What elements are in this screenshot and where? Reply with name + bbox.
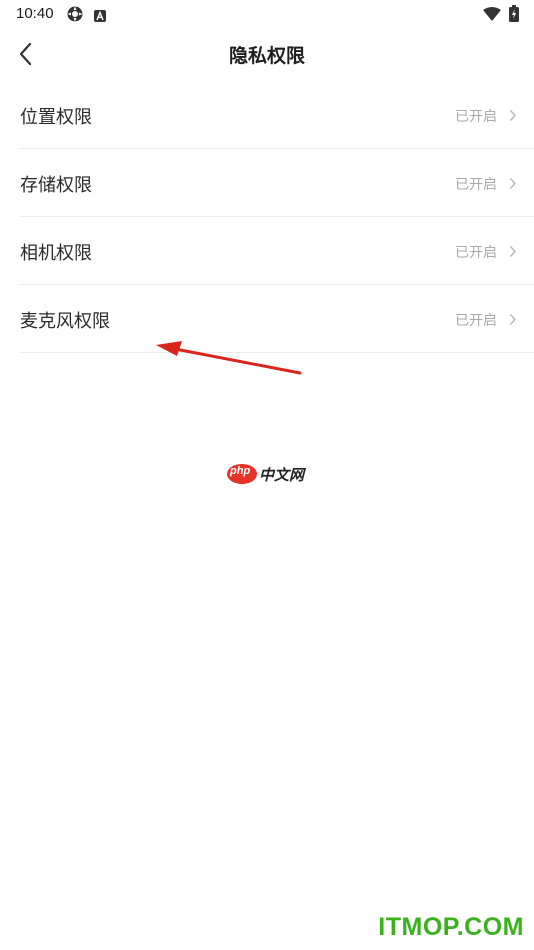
chevron-right-icon bbox=[509, 243, 517, 262]
page-title: 隐私权限 bbox=[228, 45, 305, 67]
status-bar: 10:40 bbox=[0, 0, 534, 28]
battery-icon bbox=[509, 5, 519, 26]
php-logo-text: 中文网 bbox=[259, 466, 305, 484]
permission-row-location[interactable]: 位置权限 已开启 bbox=[20, 81, 534, 149]
permission-label: 麦克风权限 bbox=[20, 311, 110, 332]
screen: 10:40 隐私权限 位置权限 已开启 存储权限 已开启 相机权限 已开启 麦克… bbox=[0, 0, 534, 950]
chevron-right-icon bbox=[509, 175, 517, 194]
php-badge-text: php bbox=[230, 465, 251, 477]
permission-list: 位置权限 已开启 存储权限 已开启 相机权限 已开启 麦克风权限 已开启 bbox=[20, 81, 534, 353]
status-time: 10:40 bbox=[16, 5, 54, 22]
chevron-right-icon bbox=[509, 107, 517, 126]
permission-status: 已开启 bbox=[455, 109, 497, 125]
permission-label: 相机权限 bbox=[20, 243, 92, 264]
chevron-right-icon bbox=[509, 311, 517, 330]
a-notification-icon bbox=[94, 7, 106, 26]
nav-bar: 隐私权限 bbox=[0, 28, 534, 80]
permission-status: 已开启 bbox=[455, 313, 497, 329]
annotation-arrow bbox=[150, 335, 310, 389]
permission-status: 已开启 bbox=[455, 177, 497, 193]
gear-icon bbox=[66, 5, 84, 27]
watermark: ITMOP.COM bbox=[378, 913, 524, 941]
permission-row-camera[interactable]: 相机权限 已开启 bbox=[20, 217, 534, 285]
permission-status: 已开启 bbox=[455, 245, 497, 261]
permission-row-storage[interactable]: 存储权限 已开启 bbox=[20, 149, 534, 217]
wifi-icon bbox=[483, 6, 501, 25]
permission-label: 存储权限 bbox=[20, 175, 92, 196]
permission-label: 位置权限 bbox=[20, 107, 92, 128]
